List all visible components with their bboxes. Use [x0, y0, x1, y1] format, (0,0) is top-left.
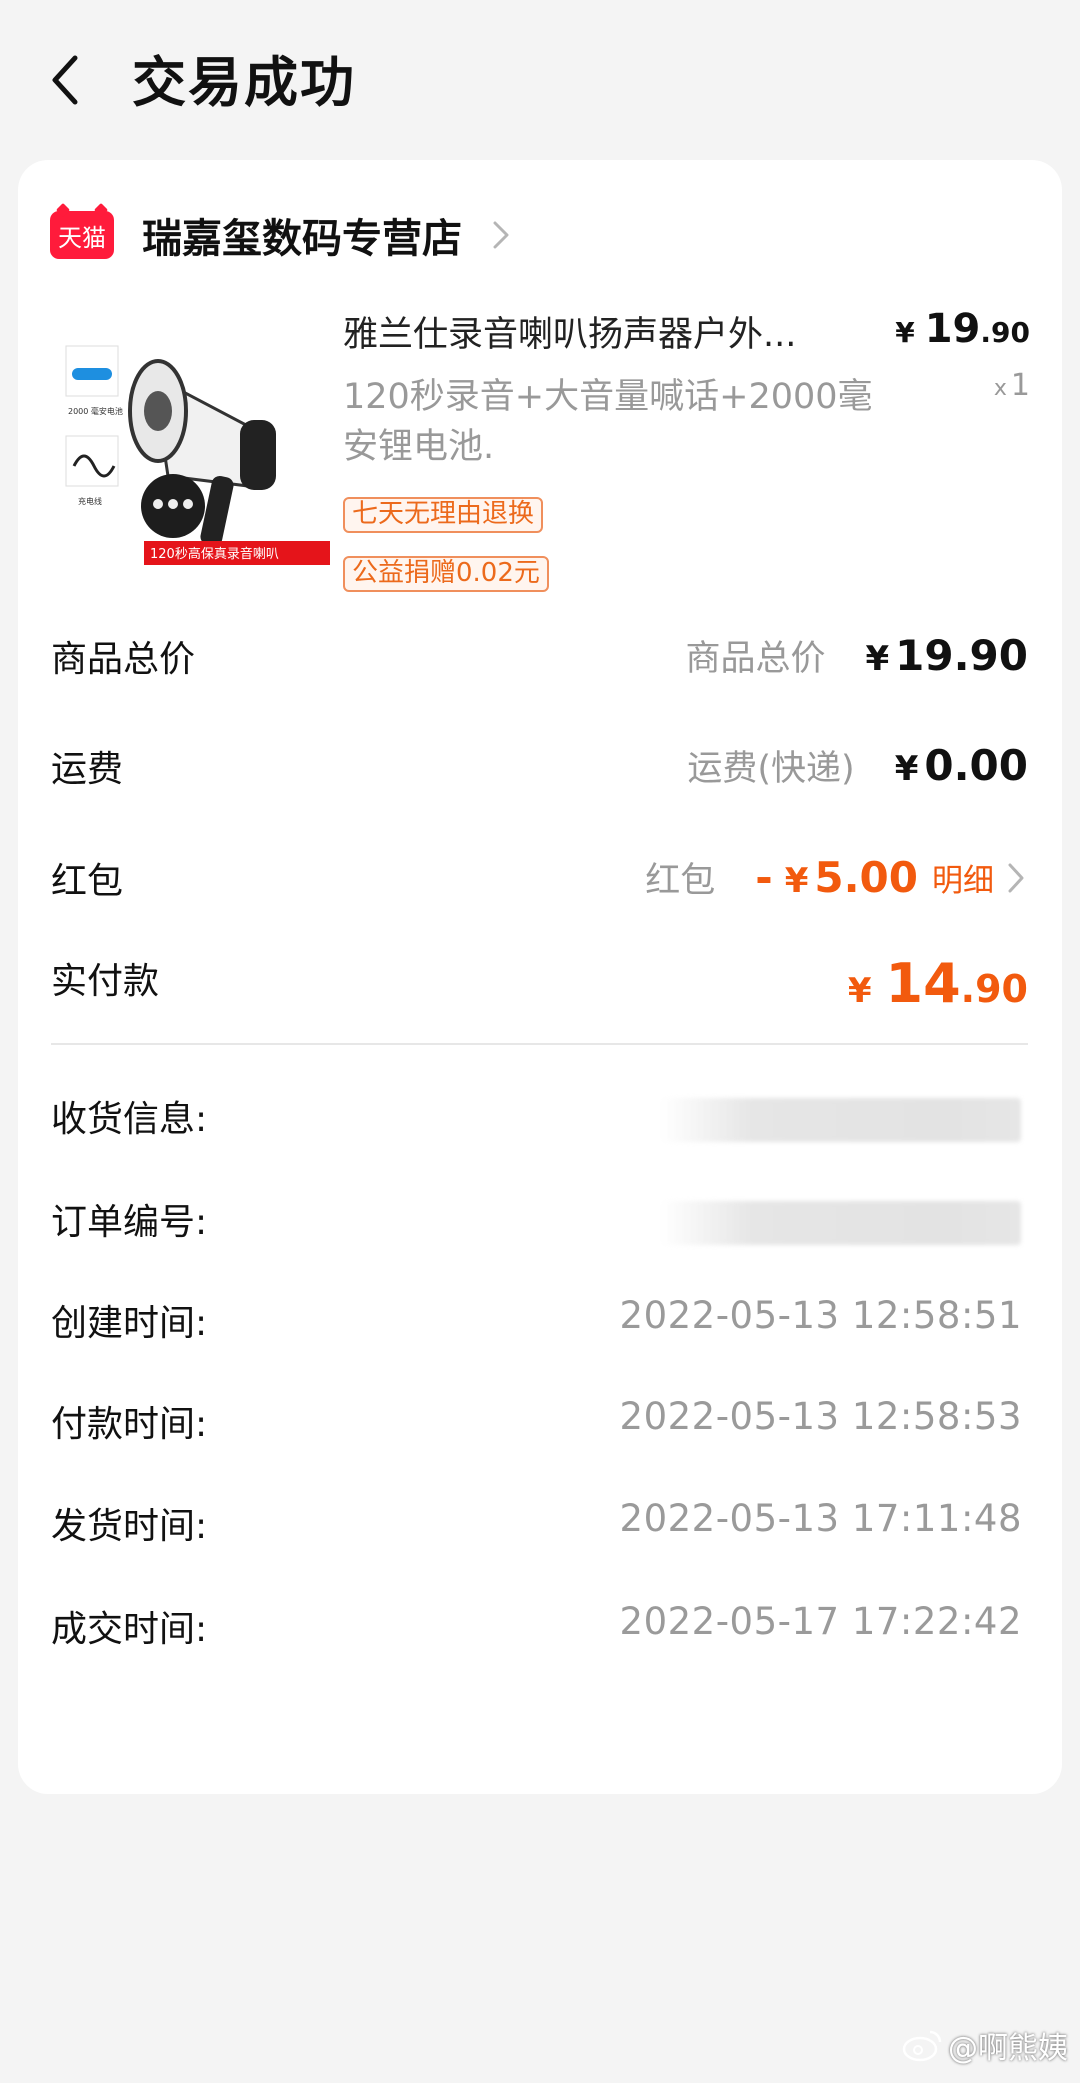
order-number-redacted — [661, 1201, 1021, 1245]
chevron-right-icon — [1008, 863, 1024, 892]
paid-time-label: 付款时间: — [51, 1404, 208, 1445]
goods-total-label: 商品总价 — [51, 639, 196, 680]
unit-price: ¥19.90 — [895, 306, 1030, 352]
quantity: x1 — [993, 368, 1030, 403]
product-spec: 120秒录音+大音量喊话+2000毫安锂电池. — [343, 377, 873, 467]
completed-time-row: 成交时间: 2022-05-17 17:22:42 — [51, 1600, 1028, 1660]
completed-time-label: 成交时间: — [51, 1609, 208, 1650]
tag-charity: 公益捐赠0.02元 — [343, 556, 549, 592]
weibo-icon — [902, 2030, 942, 2062]
red-packet-row: 红包 红包 - ¥5.00 明细 — [51, 852, 1028, 912]
completed-time-value: 2022-05-17 17:22:42 — [619, 1600, 1022, 1643]
created-time-label: 创建时间: — [51, 1303, 208, 1344]
cable-label: 充电线 — [78, 496, 102, 506]
goods-total-row: 商品总价 商品总价 ¥19.90 — [51, 630, 1028, 690]
chevron-right-icon[interactable] — [492, 220, 510, 250]
product-title[interactable]: 雅兰仕录音喇叭扬声器户外... — [343, 306, 863, 357]
order-card: 天猫 瑞嘉玺数码专营店 2000 毫安电池 充电线 120秒高保真录音喇叭 雅兰… — [18, 160, 1062, 1794]
address-redacted — [661, 1098, 1021, 1142]
product-image-caption: 120秒高保真录音喇叭 — [150, 546, 279, 562]
address-row: 收货信息: — [51, 1090, 1028, 1150]
shipping-sublabel: 运费(快递) — [687, 749, 855, 789]
tmall-badge-text: 天猫 — [58, 223, 106, 252]
red-packet-amount: - ¥5.00 — [755, 853, 918, 902]
product-image[interactable]: 2000 毫安电池 充电线 120秒高保真录音喇叭 — [58, 316, 330, 576]
goods-total-sublabel: 商品总价 — [685, 639, 826, 679]
shipped-time-label: 发货时间: — [51, 1506, 208, 1547]
paid-row: 实付款 ¥14.90 — [51, 952, 1028, 1022]
back-button[interactable] — [40, 48, 88, 112]
shipping-row: 运费 运费(快递) ¥0.00 — [51, 740, 1028, 800]
shipping-label: 运费 — [51, 749, 124, 790]
red-packet-detail-link[interactable]: 明细 — [932, 855, 1028, 900]
shop-header[interactable]: 天猫 瑞嘉玺数码专营店 — [50, 205, 1022, 265]
paid-label: 实付款 — [51, 961, 160, 1002]
order-number-row: 订单编号: — [51, 1193, 1028, 1253]
divider — [51, 1043, 1028, 1045]
tmall-logo: 天猫 — [50, 211, 114, 259]
detail-label: 明细 — [932, 863, 994, 899]
red-packet-sublabel: 红包 — [645, 861, 716, 901]
order-number-label: 订单编号: — [51, 1202, 208, 1243]
back-arrow-icon — [52, 55, 78, 105]
shop-name[interactable]: 瑞嘉玺数码专营店 — [142, 206, 462, 264]
battery-label: 2000 毫安电池 — [68, 406, 123, 416]
watermark: @啊熊姨 — [902, 2023, 1068, 2067]
goods-total-amount: ¥19.90 — [865, 631, 1028, 680]
tag-seven-day-return: 七天无理由退换 — [343, 497, 544, 533]
created-time-value: 2022-05-13 12:58:51 — [619, 1294, 1022, 1337]
paid-amount: ¥14.90 — [847, 952, 1028, 1015]
address-label: 收货信息: — [51, 1099, 208, 1140]
page-title: 交易成功 — [132, 51, 356, 114]
created-time-row: 创建时间: 2022-05-13 12:58:51 — [51, 1294, 1028, 1354]
red-packet-label: 红包 — [51, 861, 124, 902]
paid-time-row: 付款时间: 2022-05-13 12:58:53 — [51, 1395, 1028, 1455]
paid-time-value: 2022-05-13 12:58:53 — [619, 1395, 1022, 1438]
shipping-amount: ¥0.00 — [894, 741, 1028, 790]
watermark-text: @啊熊姨 — [948, 2031, 1068, 2066]
shipped-time-value: 2022-05-13 17:11:48 — [619, 1497, 1022, 1540]
shipped-time-row: 发货时间: 2022-05-13 17:11:48 — [51, 1497, 1028, 1557]
top-bar: 交易成功 — [0, 0, 1080, 160]
